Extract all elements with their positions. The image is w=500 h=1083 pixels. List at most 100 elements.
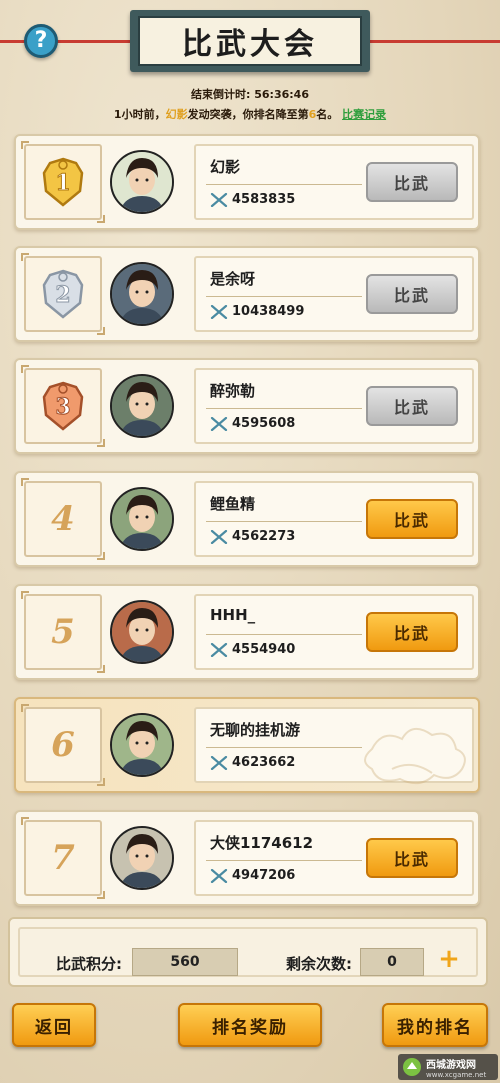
ranking-row: 2 是余呀 10438499 比武 [14,246,480,342]
divider [206,521,362,522]
banner-rope-left [0,40,130,43]
remaining-label: 剩余次数: [286,955,352,973]
ranking-row: 5 HHH_ 4554940 比武 [14,584,480,680]
ranking-row: 6 无聊的挂机游 4623662 [14,697,480,793]
divider [206,860,362,861]
watermark-title: 西城游戏网 [426,1059,476,1071]
rank-number: 6 [51,725,75,765]
crossed-swords-icon [210,529,228,544]
rank-number: 1 [55,170,70,196]
combat-power-value: 4554940 [232,642,296,657]
player-info: 大侠1174612 4947206 比武 [194,820,474,896]
banner-rope-right [370,40,500,43]
add-attempts-icon[interactable]: + [438,946,460,972]
fight-button[interactable]: 比武 [366,162,458,202]
rank-box: 1 [21,141,105,223]
rank-box: 6 [21,704,105,786]
fight-button[interactable]: 比武 [366,274,458,314]
my-rank-button[interactable]: 我的排名 [382,1003,488,1047]
combat-power: 4562273 [210,529,295,544]
avatar[interactable] [110,150,174,214]
ranking-row: 3 醉弥勒 4595608 比武 [14,358,480,454]
combat-power: 4595608 [210,416,295,431]
rank-rewards-button[interactable]: 排名奖励 [178,1003,322,1047]
match-record-link[interactable]: 比赛记录 [342,108,386,121]
notice-middle: 发动突袭，你排名降至第 [187,108,309,121]
fight-button[interactable]: 比武 [366,386,458,426]
notice-suffix: 名。 [316,108,339,121]
battle-notice: 1小时前，幻影发动突袭，你排名降至第6名。 比赛记录 [0,106,500,122]
stats-panel: 比武积分: 560 剩余次数: 0 + [8,917,488,987]
combat-power-value: 10438499 [232,304,305,319]
divider [206,634,362,635]
combat-power-value: 4583835 [232,192,296,207]
remaining-value: 0 [360,948,424,976]
player-name: 醉弥勒 [210,382,256,400]
stats-inner: 比武积分: 560 剩余次数: 0 + [18,927,478,977]
back-button[interactable]: 返回 [12,1003,96,1047]
crossed-swords-icon [210,755,228,770]
rank-box: 5 [21,591,105,673]
countdown-value: 56:36:46 [254,88,309,101]
combat-power: 4583835 [210,192,295,207]
combat-power: 4554940 [210,642,295,657]
player-name: 是余呀 [210,270,256,288]
fight-button[interactable]: 比武 [366,838,458,878]
cloud-decoration-icon [364,728,466,785]
divider [206,747,362,748]
ranking-row: 1 幻影 4583835 比武 [14,134,480,230]
avatar[interactable] [110,262,174,326]
fight-button[interactable]: 比武 [366,499,458,539]
player-name: HHH_ [210,606,256,624]
countdown-label: 结束倒计时: [191,88,251,101]
notice-attacker: 幻影 [165,108,188,121]
player-name: 大侠1174612 [210,834,314,852]
player-info: 鲤鱼精 4562273 比武 [194,481,474,557]
rank-box: 4 [21,478,105,560]
combat-power: 4947206 [210,868,295,883]
watermark: 西城游戏网 www.xcgame.net [398,1054,498,1080]
watermark-sub: www.xcgame.net [426,1070,487,1079]
rank-number: 4 [51,499,75,539]
player-info: 无聊的挂机游 4623662 [194,707,474,785]
notice-prefix: 1小时前， [113,108,166,121]
rank-box: 7 [21,817,105,899]
question-icon: ? [34,28,48,53]
combat-power: 10438499 [210,304,304,319]
page-title: 比武大会 [138,16,362,66]
divider [206,408,362,409]
player-info: 是余呀 10438499 比武 [194,256,474,332]
rank-medal-icon: 3 [42,381,84,431]
crossed-swords-icon [210,868,228,883]
player-name: 无聊的挂机游 [210,721,301,739]
player-name: 鲤鱼精 [210,495,256,513]
rank-number: 7 [51,838,75,878]
watermark-logo-icon [403,1058,421,1076]
avatar[interactable] [110,487,174,551]
player-info: HHH_ 4554940 比武 [194,594,474,670]
divider [206,184,362,185]
countdown: 结束倒计时: 56:36:46 [0,86,500,102]
divider [206,296,362,297]
avatar[interactable] [110,600,174,664]
rank-number: 5 [51,612,75,652]
combat-power-value: 4947206 [232,868,296,883]
crossed-swords-icon [210,642,228,657]
rank-medal-icon: 1 [42,157,84,207]
player-info: 幻影 4583835 比武 [194,144,474,220]
help-button[interactable]: ? [24,24,58,58]
combat-power-value: 4562273 [232,529,296,544]
rank-number: 2 [55,282,70,308]
avatar[interactable] [110,713,174,777]
player-info: 醉弥勒 4595608 比武 [194,368,474,444]
crossed-swords-icon [210,192,228,207]
ranking-row: 4 鲤鱼精 4562273 比武 [14,471,480,567]
ranking-row: 7 大侠1174612 4947206 比武 [14,810,480,906]
combat-power-value: 4595608 [232,416,296,431]
avatar[interactable] [110,826,174,890]
rank-medal-icon: 2 [42,269,84,319]
fight-button[interactable]: 比武 [366,612,458,652]
rank-box: 3 [21,365,105,447]
avatar[interactable] [110,374,174,438]
score-value: 560 [132,948,238,976]
